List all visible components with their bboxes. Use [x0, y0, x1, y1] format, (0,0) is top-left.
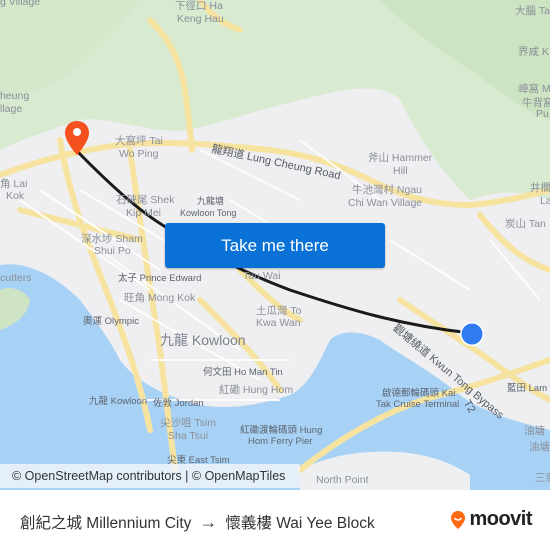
- map-label: 嶂窩 M: [518, 83, 550, 95]
- map-label: Chi Wan Village: [348, 197, 423, 209]
- take-me-there-button[interactable]: Take me there: [165, 223, 385, 268]
- arrow-right-icon: →: [199, 511, 218, 532]
- map-label: 藍田 Lam Ti: [507, 383, 550, 394]
- moovit-pin-icon: [451, 510, 466, 529]
- map-label: cutters: [0, 272, 32, 284]
- map-label: Keng Hau: [177, 13, 224, 25]
- map-attribution[interactable]: © OpenStreetMap contributors | © OpenMap…: [0, 464, 300, 488]
- map-label: 何文田 Ho Man Tin: [203, 367, 283, 378]
- origin-name: 創紀之城 Millennium City: [20, 515, 192, 532]
- map-label: 炭山 Tan: [505, 218, 546, 230]
- map-label: 九龍塘: [197, 196, 225, 206]
- map-label: 角 Lai: [0, 178, 28, 190]
- map-label: 牛池灣村 Ngau: [352, 184, 423, 196]
- map-label: 尖沙咀 Tsim: [160, 417, 216, 429]
- map-label: 奧運 Olympic: [83, 316, 139, 327]
- map-label: North Point: [316, 474, 369, 486]
- map-label: Kwa Wan: [256, 317, 301, 329]
- map-label: Tau Wai: [243, 270, 281, 282]
- map-label: llage: [0, 103, 23, 115]
- map-label: Hom Ferry Pier: [248, 436, 313, 447]
- map-label: 斧山 Hammer: [368, 152, 433, 164]
- map-label: Hill: [393, 165, 408, 177]
- map-label: 土瓜灣 To: [256, 305, 302, 317]
- map-label: Kip Mei: [126, 207, 162, 219]
- map-label: Shui Po: [94, 245, 131, 257]
- map-label: Pu: [536, 108, 549, 120]
- map-label: Kok: [6, 190, 25, 202]
- map-label: 大腦 Ta: [515, 5, 550, 17]
- map-label: 界咸 K: [518, 46, 549, 58]
- origin-pin-icon[interactable]: [64, 120, 90, 156]
- map-label: 九龍 Kowloon: [89, 396, 148, 407]
- map-label: 紅磡 Hung Hom: [219, 384, 294, 396]
- map-canvas[interactable]: 下徑口 Ha Keng Hau 大腦 Ta 界咸 K 嶂窩 M 牛背窩 Pu 井…: [0, 0, 550, 490]
- map-label: Wo Ping: [119, 148, 159, 160]
- map-label: 深水埗 Sham: [81, 233, 143, 245]
- map-label: heung: [0, 90, 30, 102]
- map-label: 佐敦 Jordan: [153, 398, 204, 409]
- destination-dot-icon[interactable]: [459, 321, 485, 347]
- map-label: 大窩坪 Tai: [115, 135, 163, 147]
- moovit-wordmark: moovit: [469, 508, 532, 530]
- map-label: 下徑口 Ha: [175, 0, 223, 12]
- map-label: 旺角 Mong Kok: [124, 292, 196, 304]
- map-label: 石硤尾 Shek: [116, 194, 175, 206]
- map-label: 井欄: [530, 182, 550, 194]
- route-title: 創紀之城 Millennium City → 懷義樓 Wai Yee Block: [20, 511, 375, 533]
- moovit-logo[interactable]: moovit: [450, 508, 532, 531]
- map-label: g Village: [0, 0, 41, 8]
- map-label-kowloon: 九龍 Kowloon: [160, 332, 246, 348]
- map-label: 三家: [535, 472, 550, 484]
- map-label: 油塘: [524, 425, 545, 437]
- map-label: 油塘 T: [529, 441, 550, 453]
- destination-name: 懷義樓 Wai Yee Block: [225, 515, 375, 532]
- map-label: 太子 Prince Edward: [118, 273, 202, 284]
- footer-bar: 創紀之城 Millennium City → 懷義樓 Wai Yee Block…: [0, 490, 550, 550]
- map-label: La: [540, 195, 550, 207]
- map-label: Tak Cruise Terminal: [376, 399, 460, 410]
- map-label: Sha Tsui: [168, 430, 209, 442]
- map-label: Kowloon Tong: [180, 208, 237, 218]
